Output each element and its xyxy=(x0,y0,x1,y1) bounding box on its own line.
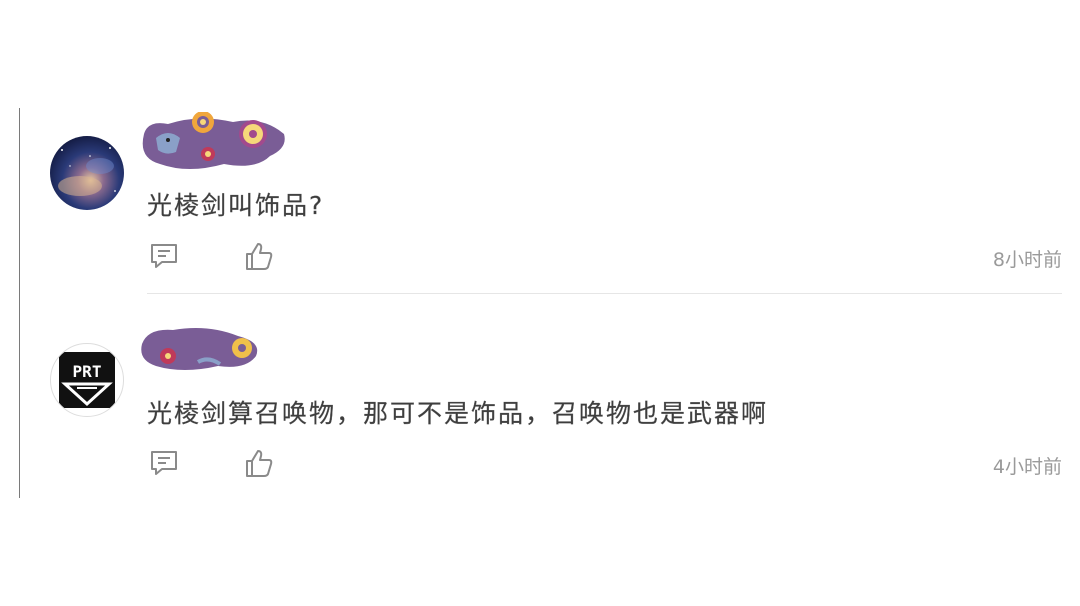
username-sticker-cover xyxy=(138,322,263,378)
username-sticker-cover xyxy=(138,111,288,176)
sticker-icon xyxy=(141,328,258,370)
prt-logo-avatar-icon: PRT xyxy=(59,352,115,408)
comment-divider xyxy=(147,293,1062,294)
nebula-avatar-icon xyxy=(50,136,124,210)
thumbs-up-icon xyxy=(246,243,273,270)
comment-timestamp: 4小时前 xyxy=(992,456,1062,478)
reply-button[interactable] xyxy=(148,240,180,272)
like-button[interactable] xyxy=(243,240,275,272)
svg-text:PRT: PRT xyxy=(73,362,102,381)
thread-indent-line xyxy=(19,108,20,498)
comment-icon xyxy=(151,244,177,268)
sticker-icon xyxy=(142,111,285,169)
user-avatar[interactable]: PRT xyxy=(50,343,124,417)
like-button[interactable] xyxy=(243,447,275,479)
user-avatar[interactable] xyxy=(50,136,124,210)
thumbs-up-icon xyxy=(246,450,273,477)
reply-button[interactable] xyxy=(148,447,180,479)
comment-icon xyxy=(151,451,177,475)
comment-text: 光棱剑叫饰品? xyxy=(147,191,325,220)
comment-timestamp: 8小时前 xyxy=(992,249,1062,271)
comment-text: 光棱剑算召唤物，那可不是饰品，召唤物也是武器啊 xyxy=(147,399,769,428)
